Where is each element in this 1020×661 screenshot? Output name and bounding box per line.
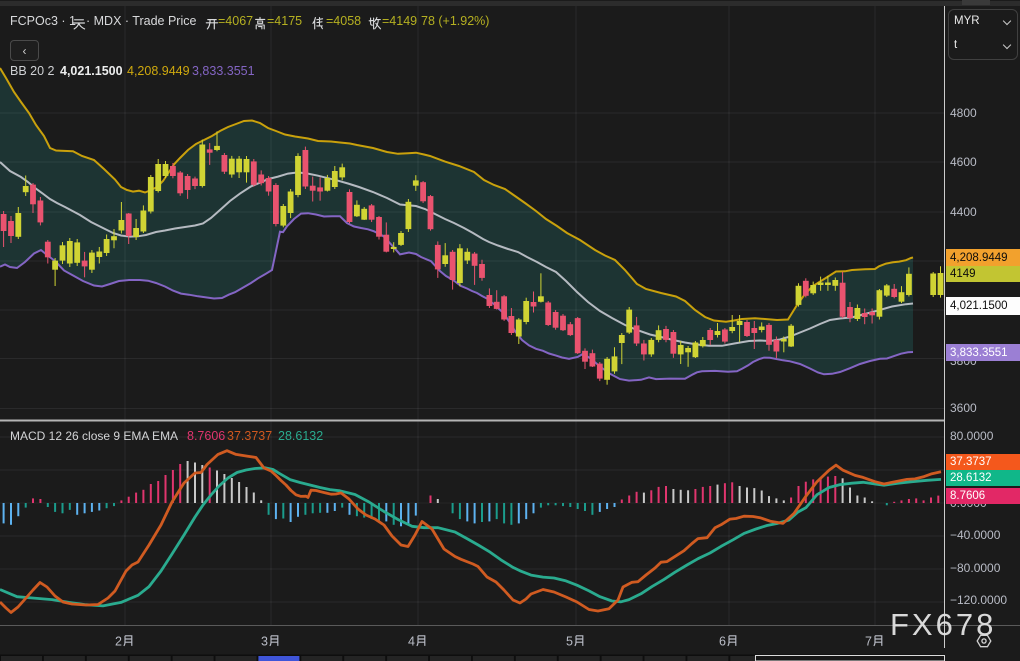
- svg-text:4: 4: [408, 635, 415, 649]
- svg-text:5: 5: [566, 635, 573, 649]
- svg-text:2: 2: [115, 635, 122, 649]
- svg-text:3: 3: [261, 635, 268, 649]
- svg-text:7: 7: [865, 635, 872, 649]
- svg-text:6: 6: [719, 635, 726, 649]
